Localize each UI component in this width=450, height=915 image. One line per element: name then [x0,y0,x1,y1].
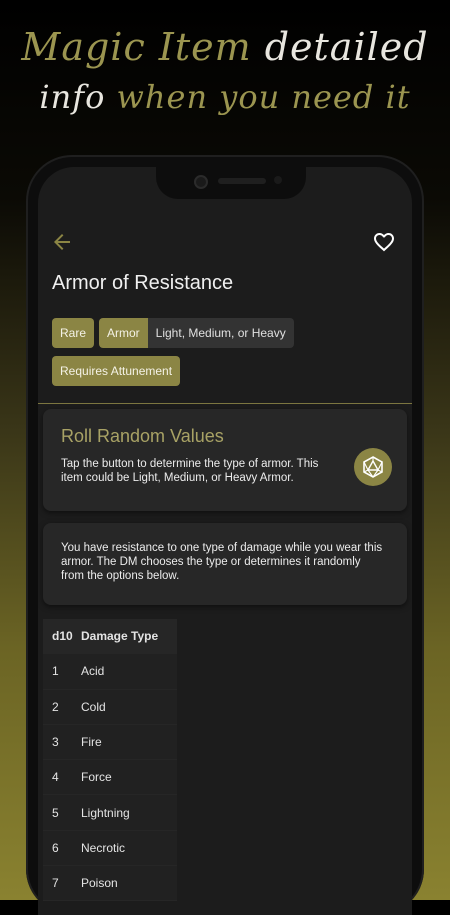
table-row: 6 Necrotic [43,831,177,867]
table-row: 4 Force [43,760,177,796]
table-row: 5 Lightning [43,795,177,831]
app-screen: Armor of Resistance Rare Armor Light, Me… [38,167,412,915]
table-cell-roll: 2 [52,699,59,714]
item-title: Armor of Resistance [52,272,234,294]
table-row: 2 Cold [43,690,177,725]
table-cell-roll: 5 [52,805,59,820]
d20-dice-icon [363,456,383,478]
table-cell-roll: 7 [52,876,59,891]
rarity-chip: Rare [52,318,95,348]
roll-heading: Roll Random Values [61,426,224,446]
promo-line-1: Magic Item detailed [0,24,450,70]
table-cell-roll: 3 [52,735,59,750]
phone-notch [156,167,306,199]
armor-type-chip: Armor Light, Medium, or Heavy [99,318,294,348]
table-cell-type: Lightning [81,805,130,820]
sensor-dot [274,176,282,184]
roll-description: Tap the button to determine the type of … [61,458,319,484]
table-row: 7 Poison [43,866,177,902]
roll-dice-button[interactable] [354,448,392,486]
armor-type-key: Armor [99,318,148,348]
promo-line1-white: detailed [264,25,429,69]
table-cell-roll: 6 [52,840,59,855]
table-cell-type: Acid [81,664,105,679]
table-cell-type: Necrotic [81,840,126,855]
phone-frame: Armor of Resistance Rare Armor Light, Me… [26,155,424,915]
favorite-heart-icon[interactable] [372,230,396,254]
damage-type-table: d10 Damage Type 1 Acid 2 Cold 3 Fire 4 F… [43,619,177,902]
header-d10: d10 [52,629,73,644]
roll-random-card: Roll Random Values Tap the button to det… [43,409,407,511]
table-row: 1 Acid [43,654,177,690]
table-cell-roll: 1 [52,664,59,679]
back-arrow-icon[interactable] [50,230,74,254]
table-row: 3 Fire [43,725,177,761]
attunement-chip: Requires Attunement [52,356,181,386]
table-header-row: d10 Damage Type [43,619,177,655]
table-cell-roll: 4 [52,770,59,785]
armor-type-value: Light, Medium, or Heavy [147,318,294,348]
speaker-grille [218,178,266,184]
table-cell-type: Force [81,770,112,785]
table-cell-type: Fire [81,735,102,750]
promo-line-2: info when you need it [0,76,450,118]
promo-line2-gold: when you need it [116,78,411,116]
item-description: You have resistance to one type of damag… [61,542,383,582]
section-divider [38,403,412,404]
header-damage-type: Damage Type [81,629,159,644]
promo-line2-white: info [39,78,106,116]
description-card: You have resistance to one type of damag… [43,523,407,605]
table-cell-type: Cold [81,699,106,714]
camera-icon [194,175,208,189]
table-cell-type: Poison [81,876,118,891]
promo-line1-gold: Magic Item [21,25,252,69]
